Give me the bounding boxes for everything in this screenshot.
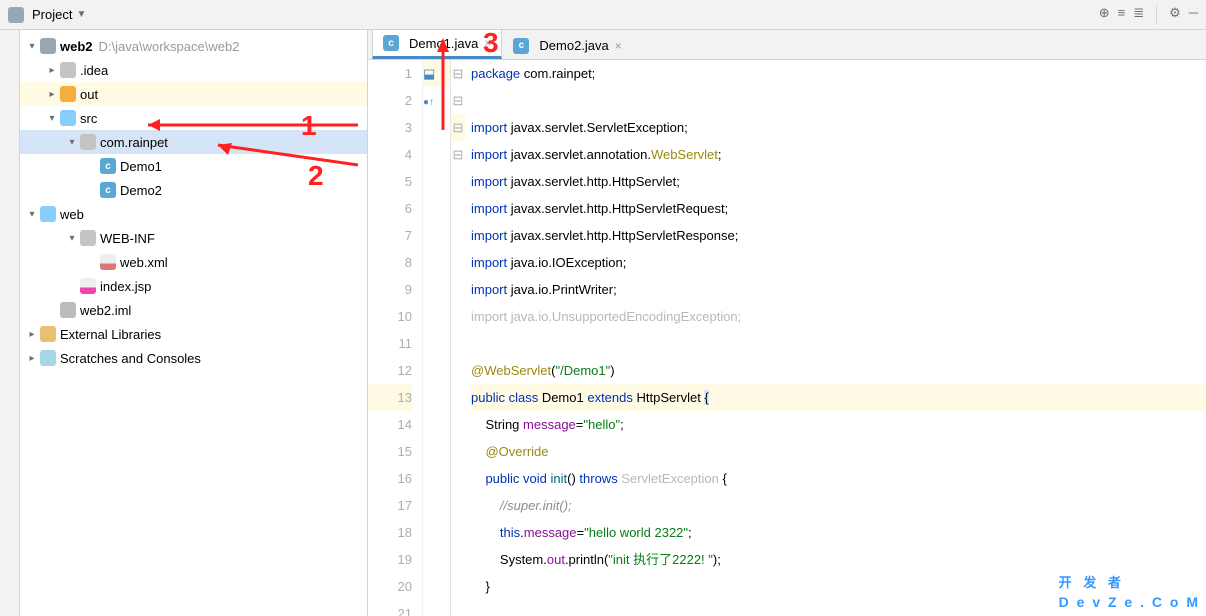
line-number-gutter: 123456789101112131415161718192021 — [368, 60, 423, 616]
tree-package[interactable]: ▾ com.rainpet — [20, 130, 367, 154]
tree-folder-out[interactable]: ▸ out — [20, 82, 367, 106]
code-content[interactable]: package com.rainpet;import javax.servlet… — [465, 60, 1206, 616]
class-icon: c — [513, 38, 529, 54]
chevron-down-icon[interactable]: ▾ — [24, 41, 40, 52]
tree-label: web2 — [60, 39, 93, 54]
class-icon: c — [383, 35, 399, 51]
tree-root[interactable]: ▾ web2 D:\java\workspace\web2 — [20, 34, 367, 58]
tree-external-libraries[interactable]: ▸ External Libraries — [20, 322, 367, 346]
tree-class-demo1[interactable]: c Demo1 — [20, 154, 367, 178]
code-editor[interactable]: 123456789101112131415161718192021 ⬓●↑ ⊟⊟… — [368, 60, 1206, 616]
tree-file-indexjsp[interactable]: index.jsp — [20, 274, 367, 298]
expand-all-icon[interactable]: ≡ — [1118, 5, 1126, 25]
close-icon[interactable]: × — [484, 36, 491, 50]
tree-label: Demo2 — [120, 183, 162, 198]
toolbar: Project ▼ ⊕ ≡ ≣ ⚙ ─ — [0, 0, 1206, 30]
chevron-down-icon[interactable]: ▾ — [64, 137, 80, 148]
module-icon — [40, 38, 56, 54]
tree-path: D:\java\workspace\web2 — [99, 39, 240, 54]
class-icon: c — [100, 182, 116, 198]
tree-label: web — [60, 207, 84, 222]
chevron-down-icon[interactable]: ▾ — [64, 233, 80, 244]
tab-demo1[interactable]: c Demo1.java × — [372, 30, 502, 59]
tree-label: web.xml — [120, 255, 168, 270]
project-tool-tab[interactable] — [0, 30, 20, 616]
toolbar-icons: ⊕ ≡ ≣ ⚙ ─ — [1099, 5, 1206, 25]
tree-folder-src[interactable]: ▾ src — [20, 106, 367, 130]
tree-file-iml[interactable]: web2.iml — [20, 298, 367, 322]
tree-label: Scratches and Consoles — [60, 351, 201, 366]
chevron-down-icon[interactable]: ▾ — [24, 209, 40, 220]
tree-label: index.jsp — [100, 279, 151, 294]
tab-label: Demo1.java — [409, 36, 478, 51]
hide-icon[interactable]: ─ — [1189, 5, 1198, 25]
tree-folder-webinf[interactable]: ▾ WEB-INF — [20, 226, 367, 250]
tree-folder-idea[interactable]: ▸ .idea — [20, 58, 367, 82]
xml-file-icon — [100, 254, 116, 270]
editor-area: c Demo1.java × c Demo2.java × 1234567891… — [368, 30, 1206, 616]
tree-label: com.rainpet — [100, 135, 168, 150]
chevron-right-icon[interactable]: ▸ — [24, 353, 40, 364]
project-dropdown[interactable]: Project ▼ — [0, 0, 94, 29]
iml-file-icon — [60, 302, 76, 318]
tab-label: Demo2.java — [539, 38, 608, 53]
chevron-down-icon[interactable]: ▾ — [44, 113, 60, 124]
jsp-file-icon — [80, 278, 96, 294]
tree-label: .idea — [80, 63, 108, 78]
chevron-right-icon[interactable]: ▸ — [44, 65, 60, 76]
tree-label: Demo1 — [120, 159, 162, 174]
scratch-icon — [40, 350, 56, 366]
project-icon — [8, 7, 24, 23]
tree-class-demo2[interactable]: c Demo2 — [20, 178, 367, 202]
project-label: Project — [32, 7, 72, 22]
folder-icon — [80, 230, 96, 246]
package-icon — [80, 134, 96, 150]
close-icon[interactable]: × — [615, 39, 622, 53]
gear-icon[interactable]: ⚙ — [1169, 5, 1181, 25]
select-open-file-icon[interactable]: ⊕ — [1099, 5, 1110, 25]
tab-demo2[interactable]: c Demo2.java × — [502, 31, 632, 59]
editor-tabs: c Demo1.java × c Demo2.java × — [368, 30, 1206, 60]
folder-icon — [60, 62, 76, 78]
tree-folder-web[interactable]: ▾ web — [20, 202, 367, 226]
fold-gutter[interactable]: ⊟⊟⊟⊟ — [451, 60, 465, 616]
tree-label: External Libraries — [60, 327, 161, 342]
tree-label: src — [80, 111, 97, 126]
tree-file-webxml[interactable]: web.xml — [20, 250, 367, 274]
chevron-down-icon: ▼ — [76, 9, 86, 20]
chevron-right-icon[interactable]: ▸ — [24, 329, 40, 340]
tree-label: WEB-INF — [100, 231, 155, 246]
library-icon — [40, 326, 56, 342]
collapse-all-icon[interactable]: ≣ — [1133, 5, 1144, 25]
project-tree[interactable]: ▾ web2 D:\java\workspace\web2 ▸ .idea ▸ … — [20, 30, 368, 616]
chevron-right-icon[interactable]: ▸ — [44, 89, 60, 100]
folder-icon — [60, 86, 76, 102]
tree-label: web2.iml — [80, 303, 131, 318]
source-folder-icon — [60, 110, 76, 126]
class-icon: c — [100, 158, 116, 174]
tree-scratches[interactable]: ▸ Scratches and Consoles — [20, 346, 367, 370]
marks-gutter: ⬓●↑ — [423, 60, 451, 616]
tree-label: out — [80, 87, 98, 102]
web-folder-icon — [40, 206, 56, 222]
